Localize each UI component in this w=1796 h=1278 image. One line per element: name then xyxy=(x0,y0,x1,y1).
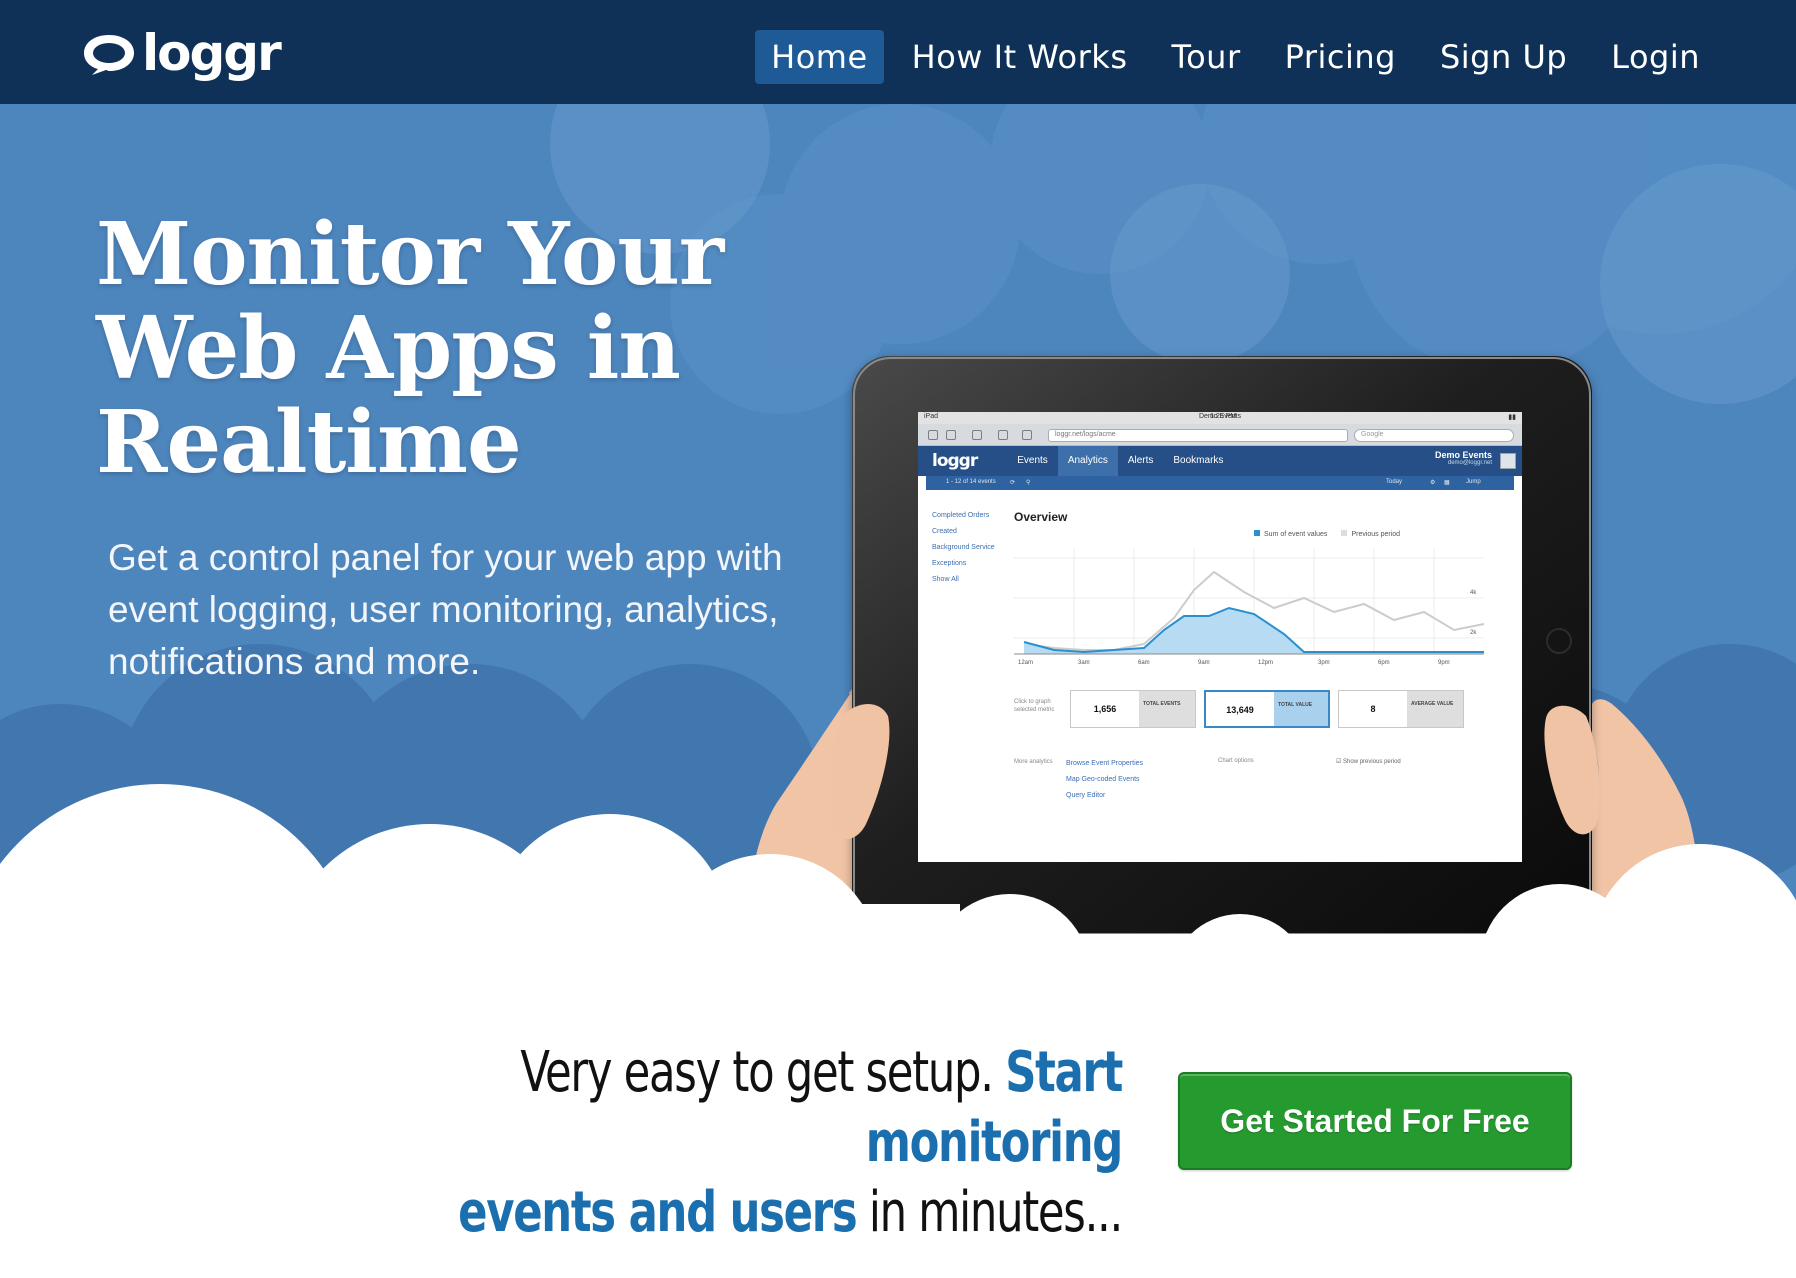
get-started-button[interactable]: Get Started For Free xyxy=(1178,1072,1572,1170)
nav-pricing[interactable]: Pricing xyxy=(1269,30,1412,84)
cta-line-2: events and users in minutes... xyxy=(286,1178,1123,1248)
nav-sign-up[interactable]: Sign Up xyxy=(1424,30,1583,84)
nav-how-it-works[interactable]: How It Works xyxy=(896,30,1144,84)
loggr-logo[interactable]: loggr xyxy=(80,22,282,84)
top-navbar: loggr Home How It Works Tour Pricing Sig… xyxy=(0,0,1796,104)
nav-home[interactable]: Home xyxy=(755,30,884,84)
hero-section: Monitor Your Web Apps in Realtime Get a … xyxy=(0,104,1796,964)
speech-bubble-icon xyxy=(84,35,134,75)
cta-line-1-plain: Very easy to get setup. xyxy=(520,1040,994,1105)
main-nav: Home How It Works Tour Pricing Sign Up L… xyxy=(755,30,1716,84)
cta-tagline: Very easy to get setup. Start monitoring… xyxy=(286,1038,1123,1248)
foreground-cloud xyxy=(0,784,1796,964)
logo-text: loggr xyxy=(142,24,282,82)
nav-tour[interactable]: Tour xyxy=(1155,30,1256,84)
cta-line-1: Very easy to get setup. Start monitoring xyxy=(286,1038,1123,1178)
cta-line-2-highlight: events and users xyxy=(458,1180,858,1245)
nav-login[interactable]: Login xyxy=(1595,30,1716,84)
cta-line-2-plain: in minutes... xyxy=(868,1180,1123,1245)
